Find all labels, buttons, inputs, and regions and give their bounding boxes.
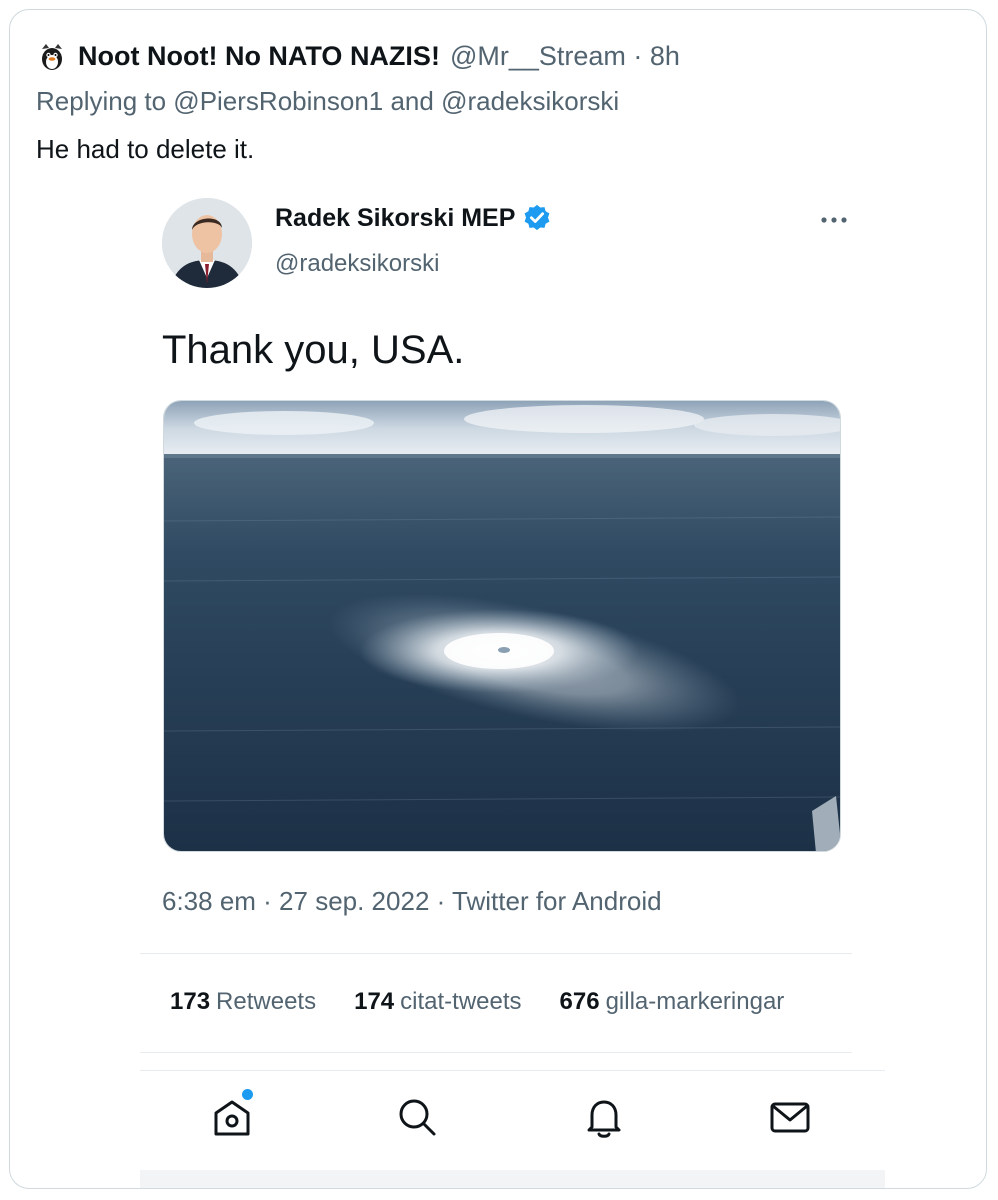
likes-stat[interactable]: 676 gilla-markeringar: [560, 988, 785, 1016]
sea-photo-icon: [164, 401, 840, 851]
quote-tweets-label: citat-tweets: [400, 988, 522, 1015]
reply-header: Noot Noot! No NATO NAZIS! @Mr__Stream · …: [36, 38, 680, 74]
tweet-photo[interactable]: [163, 400, 841, 852]
tweet-meta[interactable]: 6:38 em · 27 sep. 2022 · Twitter for And…: [162, 886, 662, 917]
divider: [140, 953, 852, 954]
home-indicator-area: [140, 1170, 885, 1188]
author-name-row: Radek Sikorski MEP: [275, 203, 552, 233]
likes-count: 676: [559, 988, 600, 1015]
reply-text: He had to delete it.: [36, 134, 255, 164]
author-handle[interactable]: @radeksikorski: [275, 250, 439, 278]
bell-icon[interactable]: [580, 1093, 628, 1141]
more-icon[interactable]: [818, 210, 850, 230]
bottom-tab-bar: [140, 1070, 885, 1171]
tweet-text: Thank you, USA.: [162, 328, 465, 372]
search-icon[interactable]: [393, 1093, 441, 1141]
retweets-label: Retweets: [216, 988, 317, 1015]
retweets-count: 173: [170, 988, 211, 1015]
home-icon[interactable]: [208, 1093, 256, 1141]
tweet-stats: 173 Retweets 174 citat-tweets 676 gilla-mar…: [170, 988, 784, 1016]
retweets-stat[interactable]: 173 Retweets: [170, 988, 316, 1016]
author-name[interactable]: Radek Sikorski MEP: [275, 204, 515, 233]
reply-author-handle-time[interactable]: @Mr__Stream · 8h: [450, 41, 680, 72]
profile-photo-icon: [162, 198, 252, 288]
avatar[interactable]: [162, 198, 252, 288]
embedded-tweet-screenshot: Radek Sikorski MEP @radeksikorski Thank …: [130, 180, 885, 1188]
reply-author-name[interactable]: Noot Noot! No NATO NAZIS!: [78, 41, 440, 72]
divider: [140, 1052, 852, 1053]
notification-dot: [242, 1089, 253, 1100]
penguin-avatar-icon[interactable]: [36, 40, 68, 72]
quote-tweets-stat[interactable]: 174 citat-tweets: [354, 988, 521, 1016]
quote-tweets-count: 174: [354, 988, 395, 1015]
mail-icon[interactable]: [766, 1093, 814, 1141]
likes-label: gilla-markeringar: [605, 988, 785, 1015]
verified-badge-icon: [525, 204, 550, 231]
quote-tweet-card: Noot Noot! No NATO NAZIS! @Mr__Stream · …: [9, 9, 987, 1189]
replying-to-line[interactable]: Replying to @PiersRobinson1 and @radeksi…: [36, 86, 619, 117]
